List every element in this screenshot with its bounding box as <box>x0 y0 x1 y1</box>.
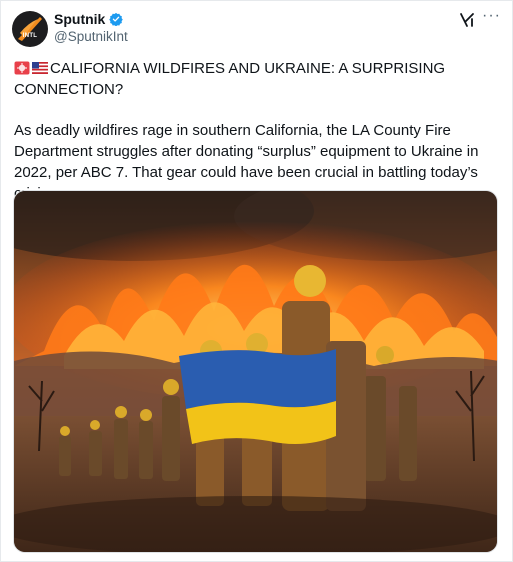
post-media[interactable] <box>13 190 498 553</box>
headline-text: CALIFORNIA WILDFIRES AND UKRAINE: A SURP… <box>14 60 446 98</box>
grok-icon[interactable] <box>459 12 475 28</box>
verified-badge-icon <box>109 12 124 26</box>
sputnik-logo-icon <box>18 17 42 41</box>
us-flag-emoji-icon <box>32 62 48 74</box>
siren-emoji-icon <box>14 61 30 75</box>
more-icon[interactable]: ··· <box>482 7 501 25</box>
display-name[interactable]: Sputnik <box>54 11 105 27</box>
user-handle[interactable]: @SputnikInt <box>54 29 128 44</box>
post-headline: CALIFORNIA WILDFIRES AND UKRAINE: A SURP… <box>14 58 484 100</box>
tweet-card[interactable]: INTL Sputnik @SputnikInt ··· CALIFORNIA … <box>0 0 513 562</box>
avatar[interactable]: INTL <box>12 11 48 47</box>
avatar-label: INTL <box>22 33 38 39</box>
wildfire-firefighters-image <box>14 191 497 552</box>
